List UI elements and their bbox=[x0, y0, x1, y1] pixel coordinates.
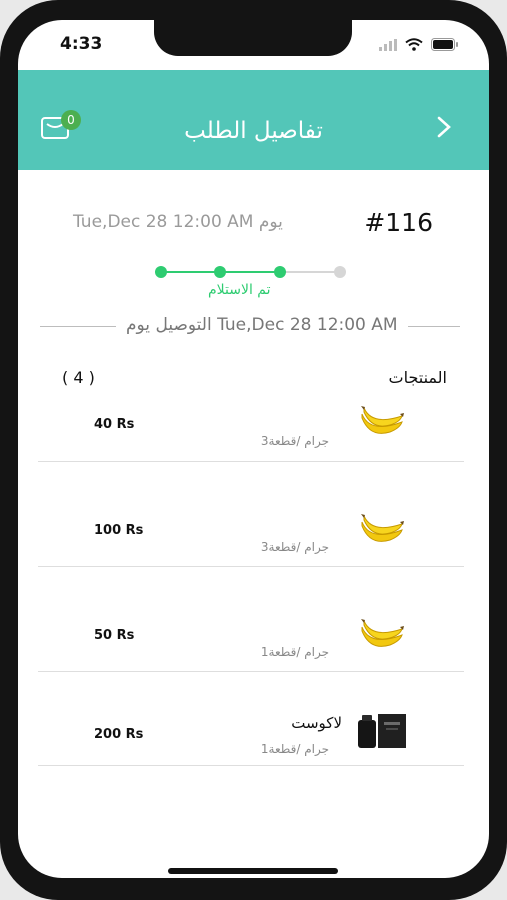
list-item[interactable]: 100 Rs جرام /قطعة3 bbox=[38, 462, 464, 567]
list-item[interactable]: 40 Rs جرام /قطعة3 bbox=[38, 382, 464, 462]
progress-line-pending bbox=[280, 271, 340, 273]
item-unit: جرام /قطعة1 bbox=[260, 645, 329, 659]
item-unit: جرام /قطعة3 bbox=[260, 434, 329, 448]
notch bbox=[154, 20, 352, 56]
app-screen: 4:33 تفاصيل الطلب 0 #116 Tue,Dec 28 12:0… bbox=[18, 20, 489, 878]
phone-frame: 4:33 تفاصيل الطلب 0 #116 Tue,Dec 28 12:0… bbox=[0, 0, 507, 900]
banana-icon bbox=[361, 406, 404, 434]
delivery-date: التوصيل يوم Tue,Dec 28 12:00 AM bbox=[126, 315, 398, 335]
item-name: لاكوست bbox=[291, 714, 342, 732]
order-date: Tue,Dec 28 12:00 AM يوم bbox=[73, 212, 283, 232]
progress-step bbox=[274, 266, 286, 278]
order-number: #116 bbox=[364, 208, 433, 237]
divider bbox=[40, 326, 116, 327]
item-price: 100 Rs bbox=[94, 523, 144, 538]
progress-step bbox=[334, 266, 346, 278]
item-price: 50 Rs bbox=[94, 628, 135, 643]
delivery-date-row: التوصيل يوم Tue,Dec 28 12:00 AM bbox=[40, 315, 460, 339]
item-price: 200 Rs bbox=[94, 727, 144, 742]
banana-icon bbox=[361, 619, 404, 647]
status-time: 4:33 bbox=[60, 34, 103, 54]
list-item[interactable]: 200 Rs لاكوست جرام /قطعة1 bbox=[38, 672, 464, 766]
app-header: تفاصيل الطلب 0 bbox=[18, 70, 489, 170]
item-unit: جرام /قطعة3 bbox=[260, 540, 329, 554]
item-unit: جرام /قطعة1 bbox=[260, 742, 329, 756]
progress-step bbox=[214, 266, 226, 278]
page-title: تفاصيل الطلب bbox=[184, 118, 323, 144]
item-price: 40 Rs bbox=[94, 417, 135, 432]
order-status-label: تم الاستلام bbox=[208, 282, 271, 298]
list-item[interactable]: 50 Rs جرام /قطعة1 bbox=[38, 567, 464, 672]
perfume-icon bbox=[358, 714, 406, 748]
signal-icon bbox=[379, 38, 397, 51]
divider bbox=[38, 765, 464, 766]
progress-step bbox=[155, 266, 167, 278]
banana-icon bbox=[361, 514, 404, 542]
status-icons bbox=[379, 38, 459, 51]
home-indicator bbox=[168, 868, 338, 874]
battery-icon bbox=[431, 38, 458, 51]
wifi-icon bbox=[405, 38, 423, 51]
cart-count-badge: 0 bbox=[61, 110, 81, 130]
divider bbox=[408, 326, 460, 327]
chevron-right-icon[interactable] bbox=[437, 116, 451, 138]
